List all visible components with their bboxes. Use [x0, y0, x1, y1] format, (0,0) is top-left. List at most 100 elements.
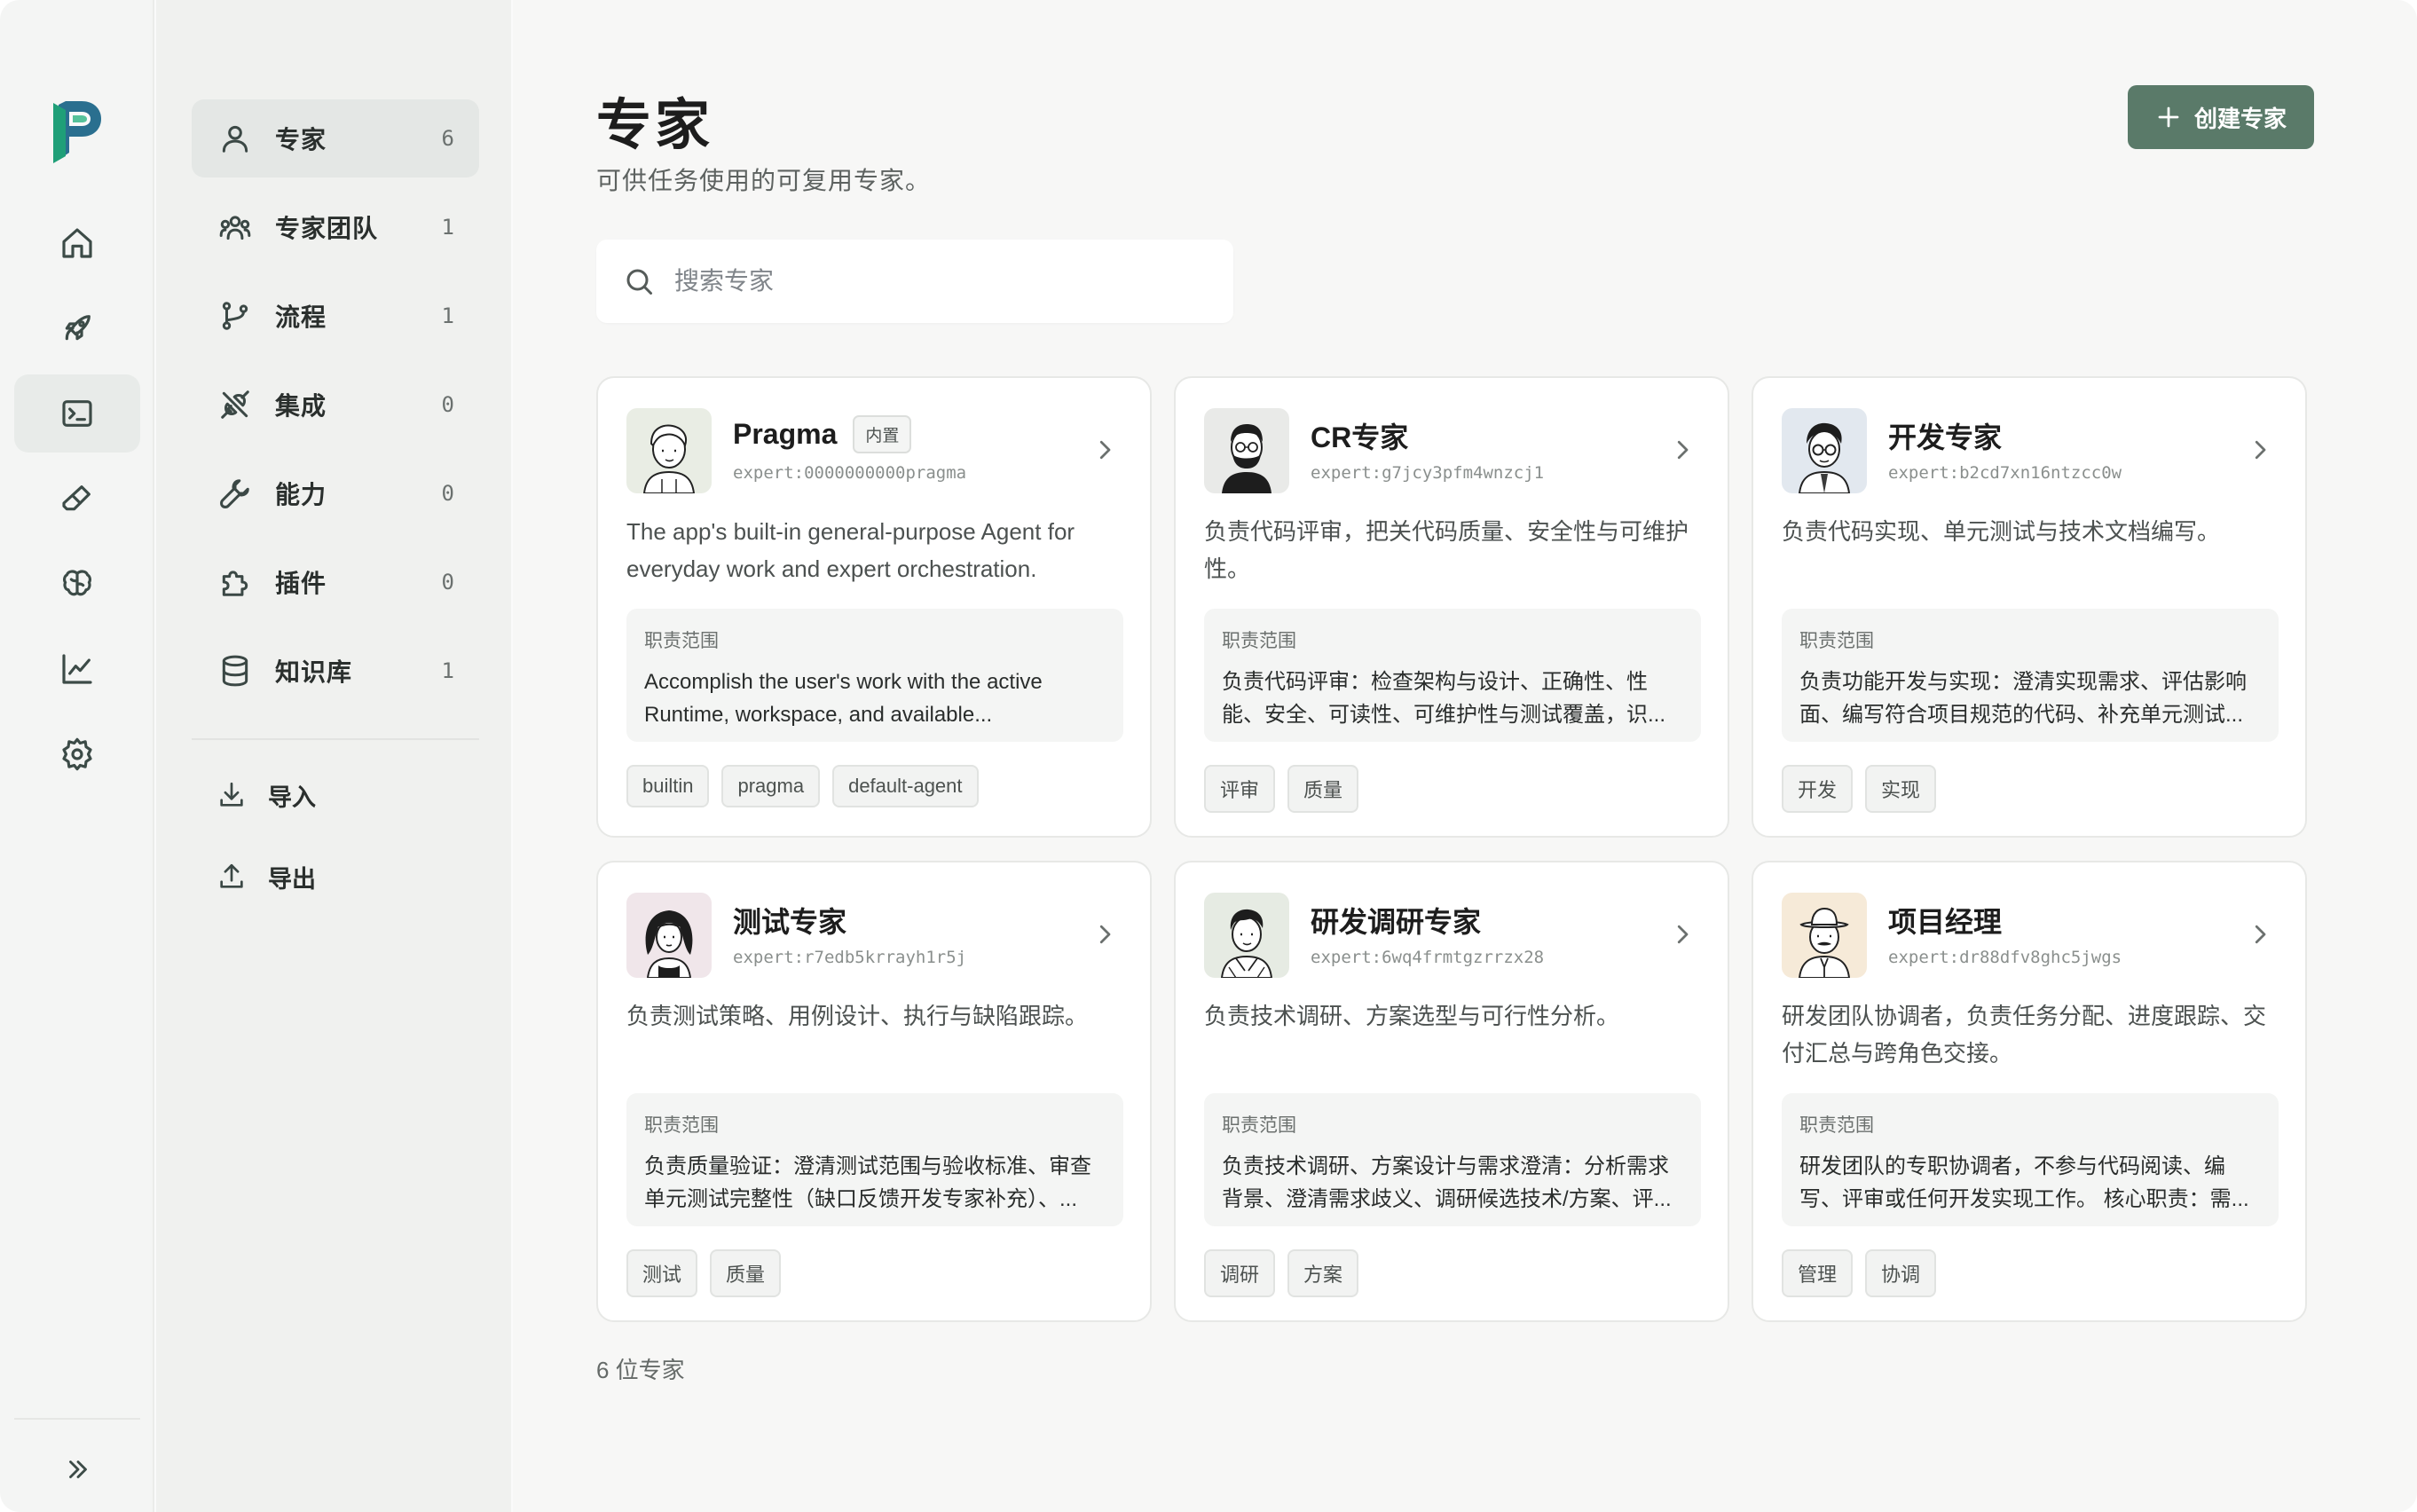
expert-description: 负责代码实现、单元测试与技术文档编写。 — [1782, 518, 2221, 545]
scope-label: 职责范围 — [1799, 631, 1874, 651]
sidebar-item-capabilities[interactable]: 能力 0 — [192, 454, 479, 532]
expert-grid: Pragma 内置 expert:0000000000pragma The ap… — [596, 376, 2307, 1322]
chevron-right-icon[interactable] — [1091, 437, 1118, 463]
eraser-icon[interactable] — [14, 460, 140, 538]
sidebar-item-label: 集成 — [275, 392, 327, 420]
avatar — [1782, 408, 1867, 493]
tag: 协调 — [1865, 1249, 1937, 1297]
rail-divider — [14, 1418, 140, 1420]
tag-list: 管理 协调 — [1782, 1249, 1937, 1297]
scope-label: 职责范围 — [644, 631, 719, 651]
expert-name: 测试专家 — [733, 906, 847, 938]
tag: builtin — [626, 765, 710, 807]
expert-card[interactable]: CR专家 expert:g7jcy3pfm4wnzcj1 负责代码评审，把关代码… — [1174, 376, 1729, 838]
puzzle-icon — [222, 571, 248, 596]
chevron-right-icon[interactable] — [1669, 437, 1696, 463]
scope-label: 职责范围 — [1222, 1115, 1296, 1136]
tag: 测试 — [626, 1249, 698, 1297]
scope-text: 研发团队的专职协调者，不参与代码阅读、编写、评审或任何开发实现工作。 核心职责：… — [1799, 1154, 2249, 1211]
settings-icon[interactable] — [14, 715, 140, 793]
import-label: 导入 — [268, 784, 316, 811]
search-input[interactable] — [674, 267, 1171, 295]
tag-list: builtin pragma default-agent — [626, 765, 979, 807]
import-button[interactable]: 导入 — [217, 768, 316, 822]
expert-card[interactable]: 研发调研专家 expert:6wq4frmtgzrrzx28 负责技术调研、方案… — [1174, 861, 1729, 1322]
expert-name-row: 开发专家 — [1888, 415, 2002, 456]
search-box[interactable] — [596, 240, 1233, 323]
expert-description: 负责技术调研、方案选型与可行性分析。 — [1204, 1003, 1620, 1029]
tag: default-agent — [832, 765, 979, 807]
scope-text: 负责代码评审：检查架构与设计、正确性、性能、安全、可读性、可维护性与测试覆盖，识… — [1222, 670, 1666, 727]
builtin-badge: 内置 — [853, 415, 912, 453]
expert-scope: 职责范围 负责技术调研、方案设计与需求澄清：分析需求背景、澄清需求歧义、调研候选… — [1204, 1093, 1701, 1226]
sidebar-item-count: 1 — [441, 303, 454, 328]
scope-text: 负责功能开发与实现：澄清实现需求、评估影响面、编写符合项目规范的代码、补充单元测… — [1799, 670, 2247, 727]
tag: 质量 — [710, 1249, 782, 1297]
terminal-icon[interactable] — [14, 374, 140, 453]
page-title: 专家 — [596, 95, 714, 156]
sidebar-item-experts[interactable]: 专家 6 — [192, 99, 479, 177]
expert-name: 开发专家 — [1888, 421, 2003, 453]
tag: pragma — [721, 765, 821, 807]
sidebar-item-expert-teams[interactable]: 专家团队 1 — [192, 188, 479, 266]
tag: 开发 — [1782, 765, 1854, 813]
scope-text: 负责质量验证：澄清测试范围与验收标准、审查单元测试完整性（缺口反馈开发专家补充）… — [644, 1154, 1091, 1211]
sidebar-divider — [192, 738, 479, 740]
sidebar-item-count: 6 — [441, 126, 454, 151]
sidebar-item-label: 知识库 — [275, 658, 353, 686]
scope-text: Accomplish the user's work with the acti… — [644, 670, 1043, 727]
expert-name-row: 测试专家 — [733, 900, 846, 941]
users-icon — [219, 216, 251, 240]
tag-list: 开发 实现 — [1782, 765, 1937, 813]
chevron-right-icon[interactable] — [2247, 437, 2273, 463]
plug-icon — [221, 390, 249, 419]
expert-id: expert:dr88dfv8ghc5jwgs — [1888, 948, 2122, 967]
chevron-right-icon[interactable] — [2247, 921, 2273, 948]
app-logo[interactable] — [50, 98, 106, 163]
expert-name: 项目经理 — [1888, 906, 2003, 938]
expert-scope: 职责范围 负责功能开发与实现：澄清实现需求、评估影响面、编写符合项目规范的代码、… — [1782, 609, 2279, 742]
chevron-right-icon[interactable] — [1669, 921, 1696, 948]
sidebar-item-label: 插件 — [275, 570, 327, 597]
scope-label: 职责范围 — [1799, 1115, 1874, 1136]
sidebar-item-label: 流程 — [275, 303, 327, 331]
tag: 实现 — [1865, 765, 1937, 813]
export-icon — [220, 863, 243, 888]
user-icon — [222, 125, 248, 153]
sidebar-item-integrations[interactable]: 集成 0 — [192, 366, 479, 444]
expand-icon[interactable] — [50, 1441, 106, 1498]
chart-icon[interactable] — [14, 630, 140, 708]
expert-name-row: CR专家 — [1311, 415, 1408, 456]
expert-card[interactable]: Pragma 内置 expert:0000000000pragma The ap… — [596, 376, 1152, 838]
expert-card[interactable]: 开发专家 expert:b2cd7xn16ntzcc0w 负责代码实现、单元测试… — [1752, 376, 2307, 838]
expert-name-row: 研发调研专家 — [1311, 900, 1481, 941]
rocket-icon[interactable] — [14, 289, 140, 367]
export-button[interactable]: 导出 — [217, 850, 316, 903]
sidebar-item-knowledge-base[interactable]: 知识库 1 — [192, 632, 479, 710]
brain-icon[interactable] — [14, 545, 140, 623]
expert-card[interactable]: 项目经理 expert:dr88dfv8ghc5jwgs 研发团队协调者，负责任… — [1752, 861, 2307, 1322]
main-content: 专家 可供任务使用的可复用专家。 创建专家 搜索专家 Pragma 内置 exp… — [513, 0, 2417, 1512]
create-expert-label: 创建专家 — [2193, 105, 2287, 132]
git-branch-icon — [222, 302, 248, 330]
sidebar-item-label: 专家团队 — [275, 215, 379, 242]
create-expert-button[interactable]: 创建专家 — [2128, 85, 2314, 149]
expert-id: expert:6wq4frmtgzrrzx28 — [1311, 948, 1545, 967]
app-window: 专家 6 专家团队 1 流程 1 集成 0 能力 0 插件 0 知识库 1 导入… — [0, 0, 2417, 1512]
database-icon — [222, 655, 248, 687]
search-icon — [626, 269, 652, 295]
expert-id: expert:g7jcy3pfm4wnzcj1 — [1311, 463, 1545, 483]
tag: 管理 — [1782, 1249, 1854, 1297]
expert-name-row: 项目经理 — [1888, 900, 2002, 941]
scope-text: 负责技术调研、方案设计与需求澄清：分析需求背景、澄清需求歧义、调研候选技术/方案… — [1222, 1154, 1672, 1211]
export-label: 导出 — [268, 865, 316, 893]
expert-id: expert:0000000000pragma — [733, 463, 967, 483]
section-sidebar: 专家 6 专家团队 1 流程 1 集成 0 能力 0 插件 0 知识库 1 导入… — [156, 0, 511, 1512]
expert-scope: 职责范围 负责质量验证：澄清测试范围与验收标准、审查单元测试完整性（缺口反馈开发… — [626, 1093, 1123, 1226]
home-icon[interactable] — [14, 204, 140, 282]
expert-card[interactable]: 测试专家 expert:r7edb5krrayh1r5j 负责测试策略、用例设计… — [596, 861, 1152, 1322]
sidebar-item-count: 0 — [441, 392, 454, 417]
chevron-right-icon[interactable] — [1091, 921, 1118, 948]
sidebar-item-workflows[interactable]: 流程 1 — [192, 277, 479, 355]
sidebar-item-plugins[interactable]: 插件 0 — [192, 543, 479, 621]
